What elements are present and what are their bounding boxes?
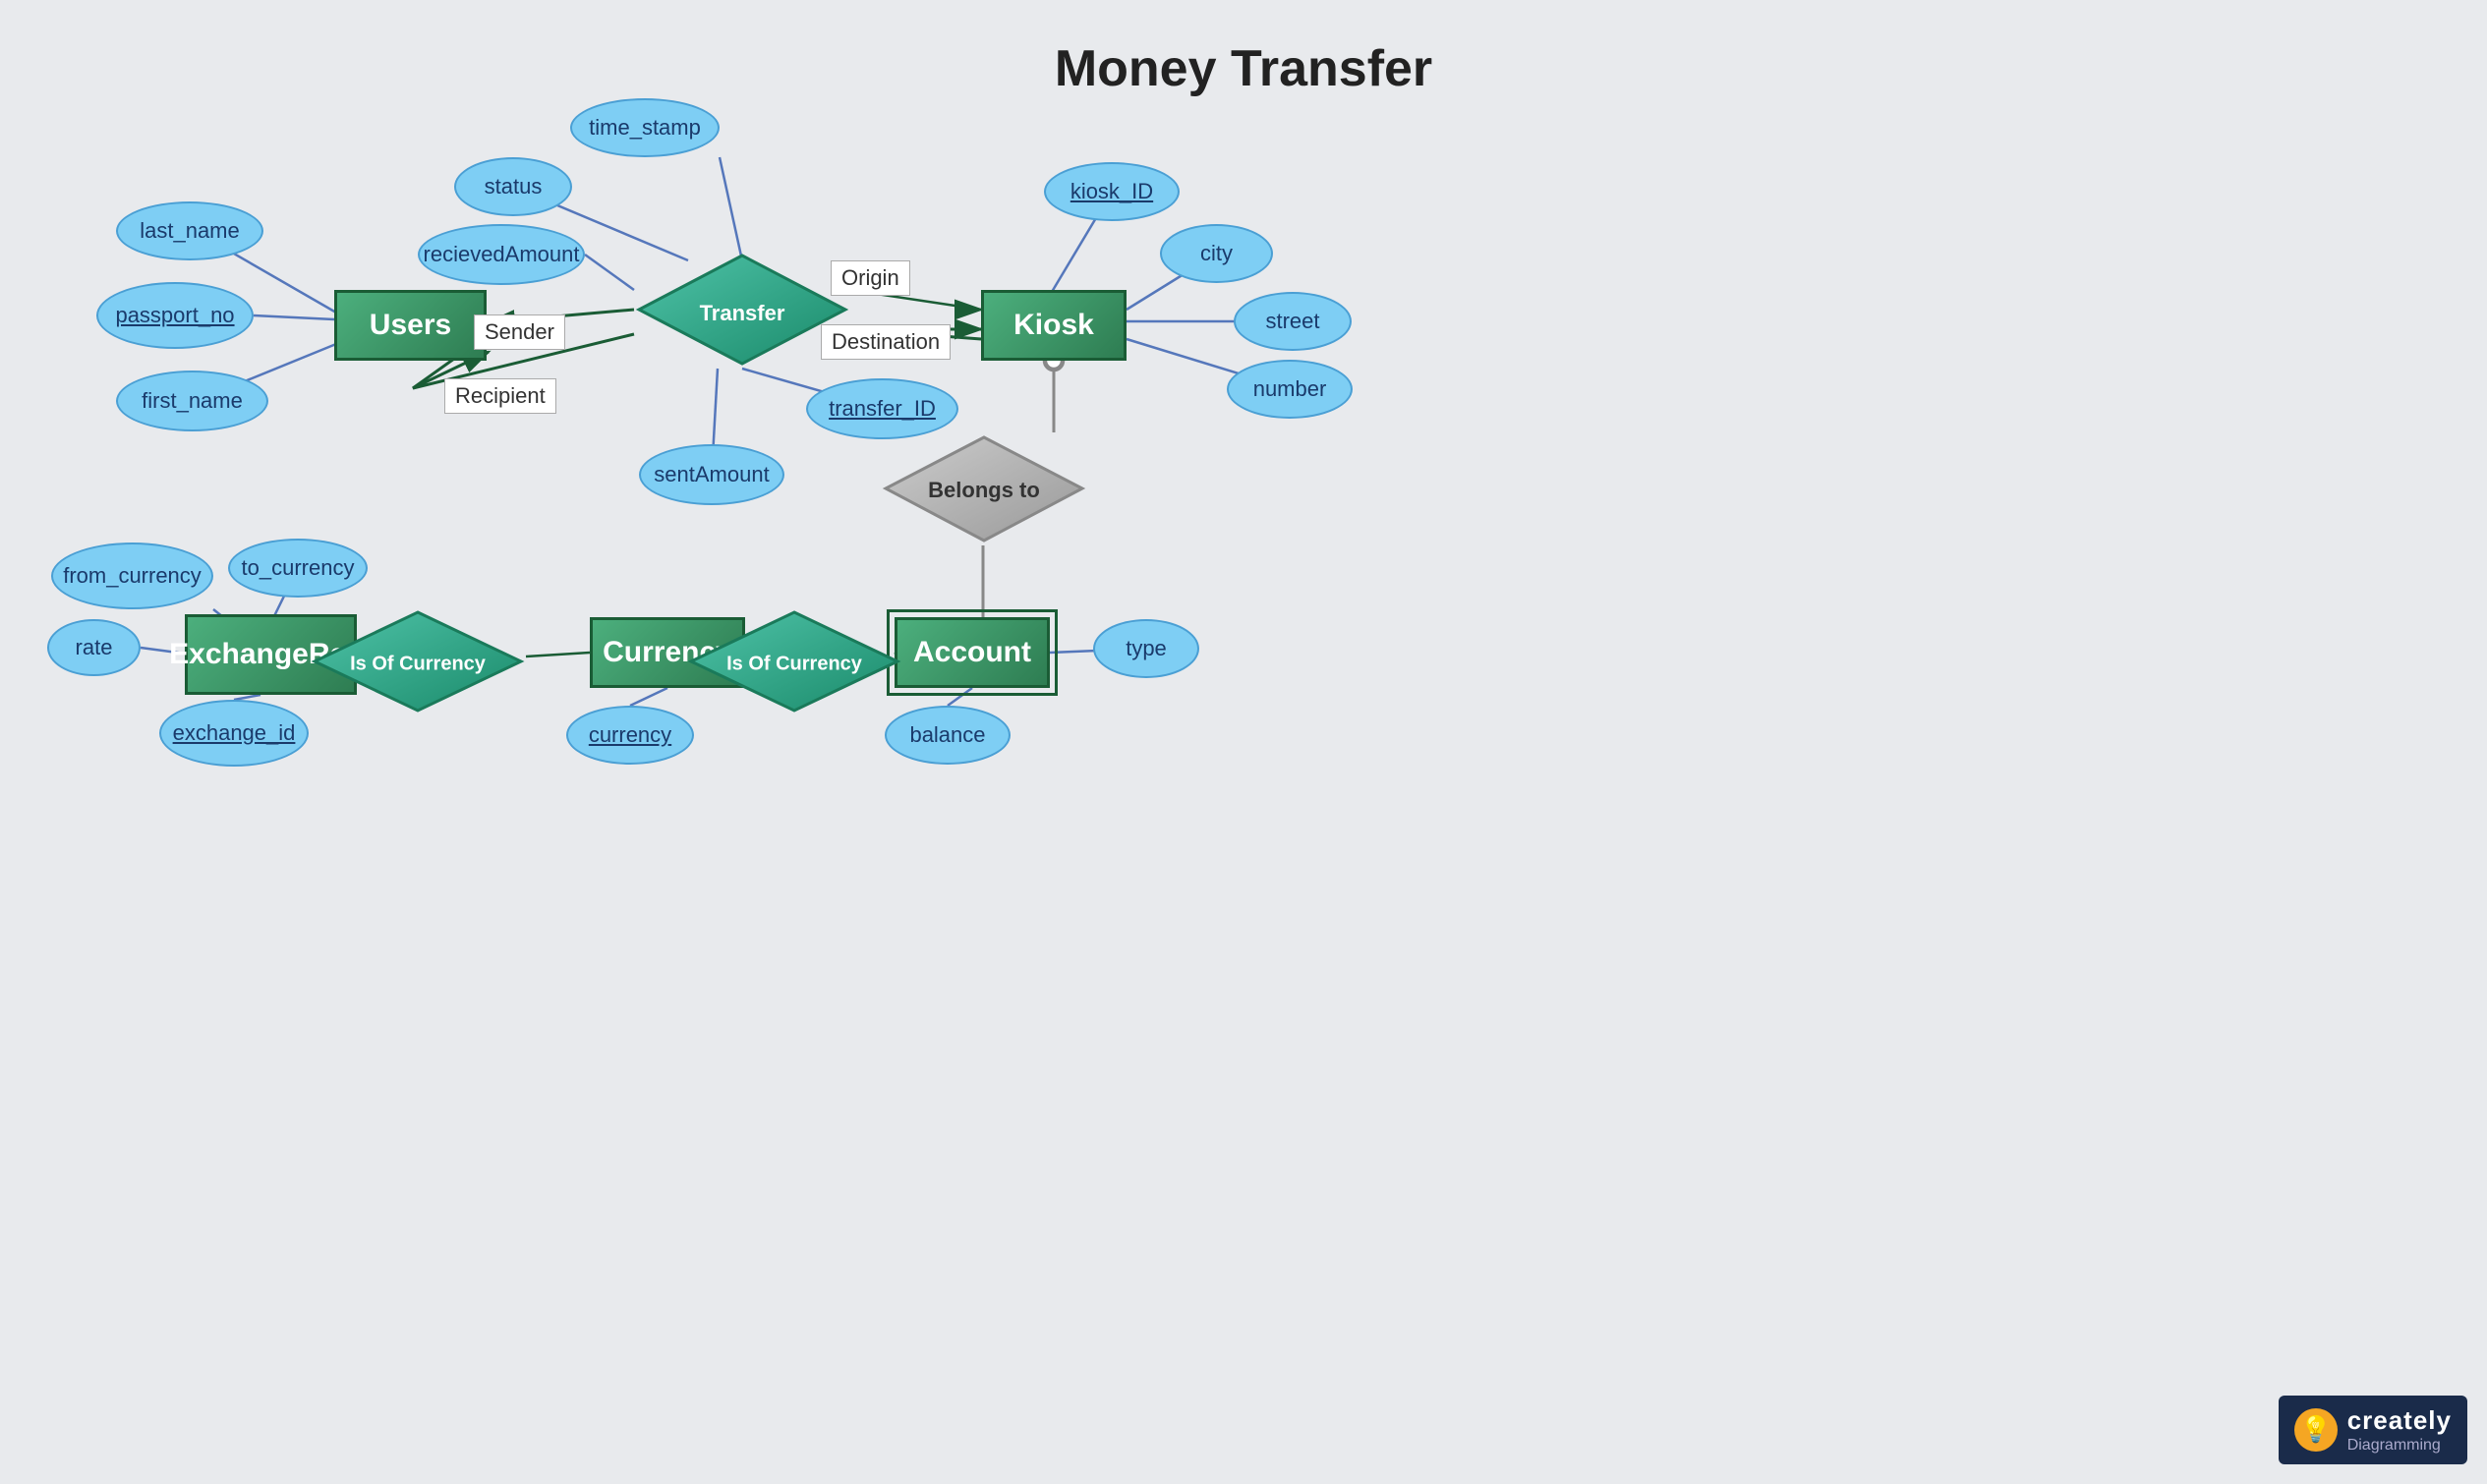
attr-received-amount: recievedAmount — [418, 224, 585, 285]
attr-last-name: last_name — [116, 201, 263, 260]
logo-icon: 💡 — [2294, 1408, 2338, 1452]
attr-city: city — [1160, 224, 1273, 283]
attr-rate: rate — [47, 619, 141, 676]
attr-to-currency: to_currency — [228, 539, 368, 598]
attr-number: number — [1227, 360, 1353, 419]
attr-exchange-id: exchange_id — [159, 700, 309, 767]
attr-currency: currency — [566, 706, 694, 765]
rel-transfer: Transfer — [634, 251, 850, 369]
rel-label-destination: Destination — [821, 324, 951, 360]
svg-text:Belongs to: Belongs to — [928, 478, 1040, 502]
svg-text:Is Of Currency: Is Of Currency — [726, 653, 863, 674]
attr-first-name: first_name — [116, 371, 268, 431]
attr-from-currency: from_currency — [51, 542, 213, 609]
attr-time-stamp: time_stamp — [570, 98, 720, 157]
attr-kiosk-id: kiosk_ID — [1044, 162, 1180, 221]
logo-area: 💡 creately Diagramming — [2279, 1396, 2467, 1464]
attr-passport-no: passport_no — [96, 282, 254, 349]
attr-street: street — [1234, 292, 1352, 351]
rel-is-of-currency-right: Is Of Currency — [686, 607, 902, 715]
attr-type: type — [1093, 619, 1199, 678]
logo-text: creately Diagramming — [2347, 1405, 2452, 1455]
rel-label-recipient: Recipient — [444, 378, 556, 414]
svg-text:Is Of Currency: Is Of Currency — [350, 653, 487, 674]
rel-is-of-currency-left: Is Of Currency — [310, 607, 526, 715]
rel-belongs-to: Belongs to — [881, 432, 1087, 545]
rel-label-origin: Origin — [831, 260, 910, 296]
attr-status: status — [454, 157, 572, 216]
svg-text:Transfer: Transfer — [700, 301, 785, 325]
attr-transfer-id: transfer_ID — [806, 378, 958, 439]
entity-kiosk: Kiosk — [981, 290, 1127, 361]
entity-account: Account — [895, 617, 1050, 688]
entity-users: Users — [334, 290, 487, 361]
attr-sent-amount: sentAmount — [639, 444, 784, 505]
attr-balance: balance — [885, 706, 1011, 765]
rel-label-sender: Sender — [474, 314, 565, 350]
